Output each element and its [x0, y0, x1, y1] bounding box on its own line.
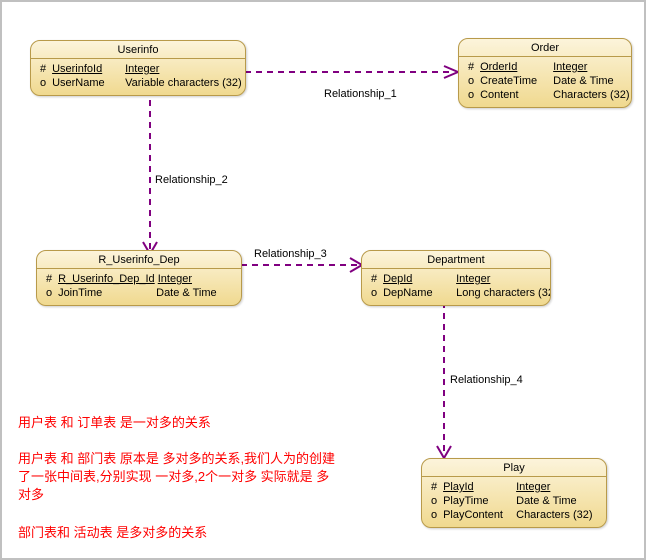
attr-name: PlayContent: [443, 508, 513, 522]
entity-department[interactable]: Department # DepId Integer o DepName Lon…: [361, 250, 551, 306]
attr-row: # PlayId Integer: [428, 480, 600, 494]
relationship-label-2: Relationship_2: [155, 174, 228, 186]
attr-type: Characters (32): [516, 508, 592, 522]
pk-marker: #: [43, 272, 55, 286]
pk-marker: #: [465, 60, 477, 74]
entity-r-userinfo-dep[interactable]: R_Userinfo_Dep # R_Userinfo_Dep_Id Integ…: [36, 250, 242, 306]
attr-row: o UserName Variable characters (32): [37, 76, 239, 90]
relationship-label-4: Relationship_4: [450, 374, 523, 386]
attr-type: Integer: [516, 480, 550, 494]
entity-body: # OrderId Integer o CreateTime Date & Ti…: [459, 57, 631, 107]
attr-name: DepId: [383, 272, 453, 286]
caption-text-3: 部门表和 活动表 是多对多的关系: [18, 524, 207, 542]
attr-type: Long characters (32): [456, 286, 551, 300]
entity-title: R_Userinfo_Dep: [37, 251, 241, 269]
entity-title: Userinfo: [31, 41, 245, 59]
attr-type: Date & Time: [516, 494, 577, 508]
attr-type: Date & Time: [156, 286, 217, 300]
pk-marker: #: [37, 62, 49, 76]
attr-name: JoinTime: [58, 286, 153, 300]
attr-name: R_Userinfo_Dep_Id: [58, 272, 155, 286]
pk-marker: #: [368, 272, 380, 286]
attr-type: Integer: [553, 60, 587, 74]
attr-row: o Content Characters (32): [465, 88, 625, 102]
attr-row: o PlayTime Date & Time: [428, 494, 600, 508]
pk-marker: #: [428, 480, 440, 494]
marker: o: [368, 286, 380, 300]
entity-body: # DepId Integer o DepName Long character…: [362, 269, 550, 305]
attr-name: PlayId: [443, 480, 513, 494]
attr-name: UserName: [52, 76, 122, 90]
attr-type: Variable characters (32): [125, 76, 242, 90]
attr-type: Integer: [158, 272, 192, 286]
entity-body: # UserinfoId Integer o UserName Variable…: [31, 59, 245, 95]
attr-row: o PlayContent Characters (32): [428, 508, 600, 522]
attr-name: UserinfoId: [52, 62, 122, 76]
marker: o: [37, 76, 49, 90]
attr-type: Integer: [125, 62, 159, 76]
attr-type: Characters (32): [553, 88, 629, 102]
marker: o: [428, 494, 440, 508]
marker: o: [43, 286, 55, 300]
entity-title: Department: [362, 251, 550, 269]
attr-name: OrderId: [480, 60, 550, 74]
caption-text-1: 用户表 和 订单表 是一对多的关系: [18, 414, 211, 432]
attr-row: # OrderId Integer: [465, 60, 625, 74]
attr-row: # R_Userinfo_Dep_Id Integer: [43, 272, 235, 286]
attr-row: # UserinfoId Integer: [37, 62, 239, 76]
entity-body: # PlayId Integer o PlayTime Date & Time …: [422, 477, 606, 527]
relationship-label-1: Relationship_1: [324, 88, 397, 100]
entity-order[interactable]: Order # OrderId Integer o CreateTime Dat…: [458, 38, 632, 108]
marker: o: [465, 88, 477, 102]
attr-name: PlayTime: [443, 494, 513, 508]
attr-name: CreateTime: [480, 74, 550, 88]
attr-type: Date & Time: [553, 74, 614, 88]
entity-title: Play: [422, 459, 606, 477]
entity-play[interactable]: Play # PlayId Integer o PlayTime Date & …: [421, 458, 607, 528]
attr-row: o DepName Long characters (32): [368, 286, 544, 300]
attr-name: Content: [480, 88, 550, 102]
attr-row: # DepId Integer: [368, 272, 544, 286]
marker: o: [428, 508, 440, 522]
entity-title: Order: [459, 39, 631, 57]
entity-body: # R_Userinfo_Dep_Id Integer o JoinTime D…: [37, 269, 241, 305]
attr-row: o CreateTime Date & Time: [465, 74, 625, 88]
entity-userinfo[interactable]: Userinfo # UserinfoId Integer o UserName…: [30, 40, 246, 96]
attr-type: Integer: [456, 272, 490, 286]
relationship-label-3: Relationship_3: [254, 248, 327, 260]
attr-row: o JoinTime Date & Time: [43, 286, 235, 300]
caption-text-2: 用户表 和 部门表 原本是 多对多的关系,我们人为的创建了一张中间表,分别实现 …: [18, 450, 342, 504]
attr-name: DepName: [383, 286, 453, 300]
marker: o: [465, 74, 477, 88]
